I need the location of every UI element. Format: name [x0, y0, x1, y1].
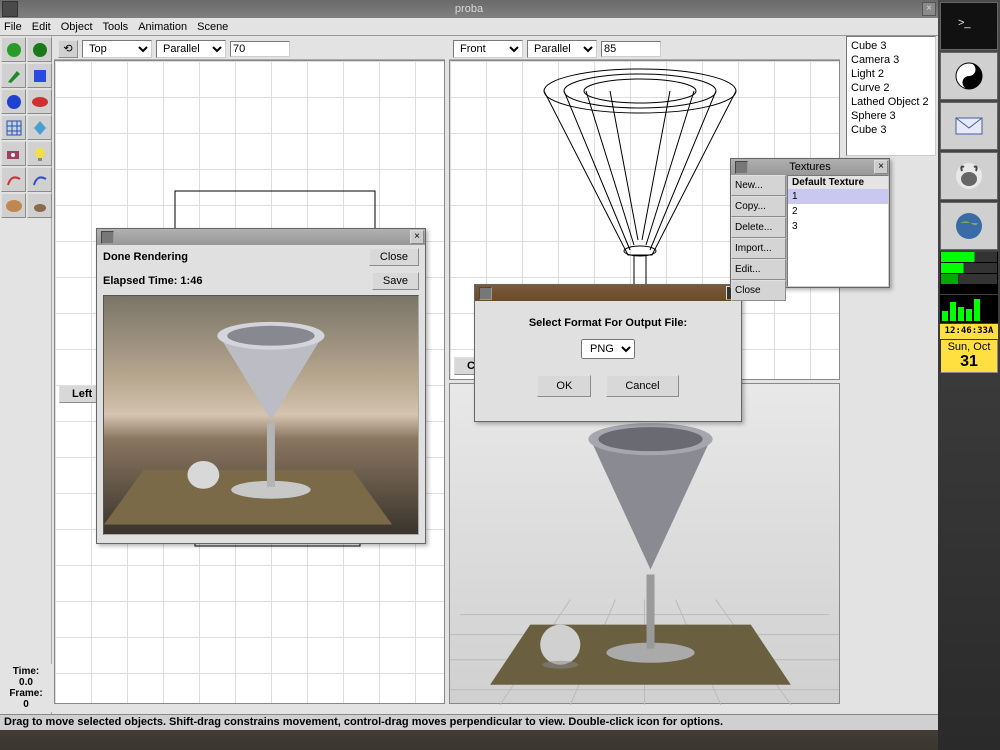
view-controls-right: Front Parallel	[449, 38, 840, 60]
render-elapsed: Elapsed Time: 1:46	[103, 275, 202, 287]
menu-tools[interactable]: Tools	[103, 21, 129, 33]
titlebar[interactable]: proba ×	[0, 0, 938, 18]
window-close-button[interactable]: ×	[922, 2, 936, 16]
view-sync-icon[interactable]: ⟲	[58, 40, 78, 58]
textures-edit-button[interactable]: Edit...	[731, 259, 786, 280]
dock-terminal-icon[interactable]: >_	[940, 2, 998, 50]
textures-close-button[interactable]: Close	[731, 280, 786, 301]
textures-delete-button[interactable]: Delete...	[731, 217, 786, 238]
cancel-button[interactable]: Cancel	[606, 375, 678, 397]
tool-light[interactable]	[27, 141, 52, 166]
list-item[interactable]: 2	[788, 204, 888, 219]
svg-text:>_: >_	[958, 17, 971, 29]
time-value: 0.0	[0, 677, 52, 688]
render-dialog: × Done Rendering Close Elapsed Time: 1:4…	[96, 228, 426, 544]
list-item[interactable]: Lathed Object 2	[849, 95, 933, 109]
textures-panel: Textures × New... Copy... Delete... Impo…	[730, 158, 890, 288]
rendered-image	[103, 295, 419, 535]
render-dialog-titlebar[interactable]: ×	[97, 229, 425, 245]
textures-copy-button[interactable]: Copy...	[731, 196, 786, 217]
dock-gnu-icon[interactable]	[940, 152, 998, 200]
clock-time: 12:46:33A	[940, 324, 998, 339]
menu-animation[interactable]: Animation	[138, 21, 187, 33]
toolbar	[0, 36, 52, 716]
format-dialog-titlebar[interactable]: ×	[475, 285, 741, 301]
save-button[interactable]: Save	[372, 272, 419, 290]
dock-sound-meter[interactable]	[940, 252, 998, 294]
tool-sphere-blue[interactable]	[1, 89, 26, 114]
menu-edit[interactable]: Edit	[32, 21, 51, 33]
menu-scene[interactable]: Scene	[197, 21, 228, 33]
dock-clock[interactable]: 12:46:33A Sun, Oct 31	[940, 324, 998, 373]
tool-sphere-green[interactable]	[1, 37, 26, 62]
format-prompt: Select Format For Output File:	[485, 317, 731, 329]
textures-import-button[interactable]: Import...	[731, 238, 786, 259]
textures-new-button[interactable]: New...	[731, 175, 786, 196]
viewport-perspective[interactable]	[449, 383, 840, 704]
list-item[interactable]: Curve 2	[849, 81, 933, 95]
tool-curve-blue[interactable]	[27, 167, 52, 192]
projection-select-right[interactable]: Parallel	[527, 40, 597, 58]
dock-yinyang-icon[interactable]	[940, 52, 998, 100]
dock-mail-icon[interactable]	[940, 102, 998, 150]
view-select-right[interactable]: Front	[453, 40, 523, 58]
tool-grid[interactable]	[1, 115, 26, 140]
window-title: proba	[455, 3, 483, 15]
view-select-left[interactable]: Top	[82, 40, 152, 58]
ok-button[interactable]: OK	[537, 375, 591, 397]
close-icon[interactable]: ×	[874, 160, 888, 174]
list-item[interactable]: 3	[788, 219, 888, 234]
view-controls-left: ⟲ Top Parallel	[54, 38, 445, 60]
menu-object[interactable]: Object	[61, 21, 93, 33]
tool-curve-red[interactable]	[1, 167, 26, 192]
close-button[interactable]: Close	[369, 248, 419, 266]
dock-volume-bars[interactable]	[940, 295, 998, 323]
zoom-input-left[interactable]	[230, 41, 290, 57]
dock-globe-icon[interactable]	[940, 202, 998, 250]
tool-brush[interactable]	[1, 63, 26, 88]
tool-camera[interactable]	[1, 141, 26, 166]
frame-value: 0	[0, 699, 52, 710]
format-select[interactable]: PNG	[581, 339, 635, 359]
window-menu-icon[interactable]	[735, 161, 748, 174]
textures-title: Textures	[789, 161, 831, 173]
window-menu-icon[interactable]	[479, 287, 492, 300]
tool-cube[interactable]	[27, 63, 52, 88]
tool-disc-red[interactable]	[27, 89, 52, 114]
list-item[interactable]: Camera 3	[849, 53, 933, 67]
list-item[interactable]: Cube 3	[849, 123, 933, 137]
render-status: Done Rendering	[103, 251, 188, 263]
statusbar: Drag to move selected objects. Shift-dra…	[0, 714, 938, 730]
textures-list[interactable]: Default Texture 1 2 3	[787, 175, 889, 287]
textures-titlebar[interactable]: Textures ×	[731, 159, 889, 175]
tool-sphere-green-b[interactable]	[27, 37, 52, 62]
tool-crystal[interactable]	[27, 115, 52, 140]
window-menu-icon[interactable]	[2, 1, 18, 17]
list-item[interactable]: Cube 3	[849, 39, 933, 53]
menu-file[interactable]: File	[4, 21, 22, 33]
clock-date: Sun, Oct 31	[940, 339, 998, 373]
time-label: Time:	[0, 666, 52, 677]
scene-object-list[interactable]: Cube 3 Camera 3 Light 2 Curve 2 Lathed O…	[846, 36, 936, 156]
time-panel: Time: 0.0 Frame: 0	[0, 664, 52, 712]
list-item[interactable]: Light 2	[849, 67, 933, 81]
zoom-input-right[interactable]	[601, 41, 661, 57]
projection-select-left[interactable]: Parallel	[156, 40, 226, 58]
tool-teapot[interactable]	[27, 193, 52, 218]
close-icon[interactable]: ×	[410, 230, 424, 244]
menubar: File Edit Object Tools Animation Scene	[0, 18, 938, 36]
desktop-dock: >_ 12:46:33A Sun, Oct 31	[938, 0, 1000, 750]
frame-label: Frame:	[0, 688, 52, 699]
list-item[interactable]: Sphere 3	[849, 109, 933, 123]
format-dialog: × Select Format For Output File: PNG OK …	[474, 284, 742, 422]
tool-palette[interactable]	[1, 193, 26, 218]
textures-list-header: Default Texture	[788, 176, 888, 189]
list-item[interactable]: 1	[788, 189, 888, 204]
window-menu-icon[interactable]	[101, 231, 114, 244]
